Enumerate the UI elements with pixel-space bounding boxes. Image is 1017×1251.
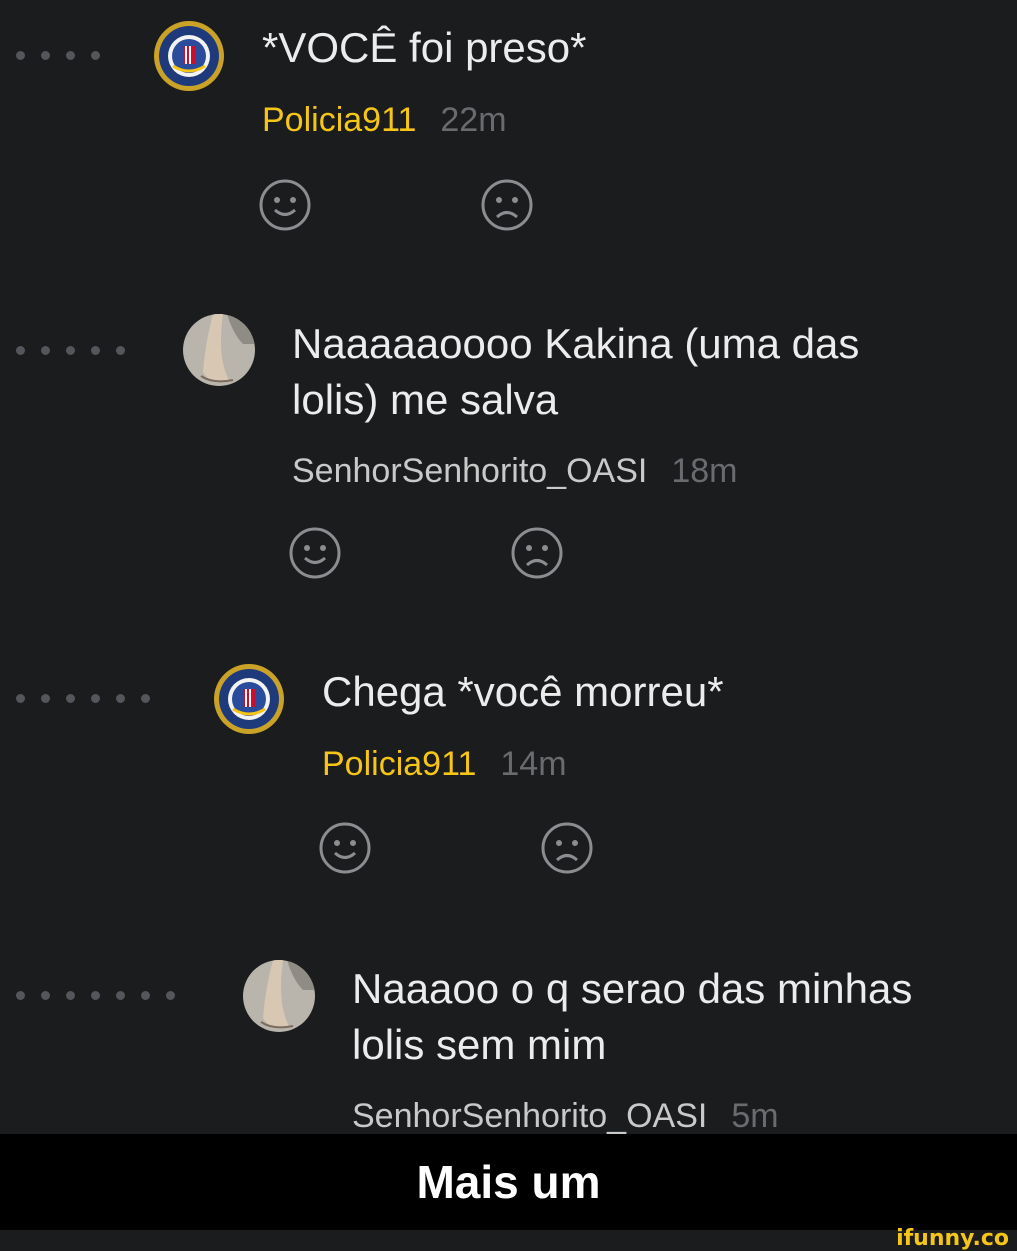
footer-strip	[0, 1230, 1017, 1250]
dot	[16, 991, 25, 1000]
comment-text: Chega *você morreu*	[322, 668, 724, 715]
username[interactable]: SenhorSenhorito_OASI	[292, 452, 647, 490]
frown-icon[interactable]	[479, 177, 535, 233]
comment-meta: Policia911 22m	[262, 100, 507, 140]
dot	[116, 694, 125, 703]
dot	[41, 51, 50, 60]
timestamp: 14m	[500, 745, 567, 783]
fbi-seal-icon	[214, 664, 284, 734]
timestamp: 18m	[671, 452, 738, 490]
comment-text: *VOCÊ foi preso*	[262, 24, 587, 71]
timestamp: 22m	[440, 101, 507, 139]
dot	[91, 694, 100, 703]
dot	[91, 346, 100, 355]
dot	[66, 694, 75, 703]
comment-meta: Policia911 14m	[322, 744, 567, 784]
comment-text: Naaaaaoooo Kakina (uma das lolis) me sal…	[292, 320, 860, 423]
dot	[41, 991, 50, 1000]
timestamp: 5m	[731, 1097, 779, 1135]
avatar[interactable]	[153, 20, 225, 92]
smile-icon[interactable]	[257, 177, 313, 233]
comment-meta: SenhorSenhorito_OASI 5m	[352, 1096, 779, 1136]
thread-depth-dots	[16, 346, 125, 355]
dot	[16, 694, 25, 703]
comment-meta: SenhorSenhorito_OASI 18m	[292, 451, 737, 491]
avatar[interactable]	[243, 960, 315, 1032]
dot	[141, 694, 150, 703]
dot	[116, 346, 125, 355]
dot	[166, 991, 175, 1000]
thread-depth-dots	[16, 991, 175, 1000]
username[interactable]: SenhorSenhorito_OASI	[352, 1097, 707, 1135]
comment-text: Naaaoo o q serao das minhas lolis sem mi…	[352, 965, 913, 1068]
frown-icon[interactable]	[539, 820, 595, 876]
fbi-seal-icon	[154, 21, 224, 91]
frown-icon[interactable]	[509, 525, 565, 581]
dot	[16, 51, 25, 60]
smile-icon[interactable]	[317, 820, 373, 876]
caption-text: Mais um	[416, 1156, 601, 1208]
username[interactable]: Policia911	[262, 101, 416, 139]
avatar[interactable]	[213, 663, 285, 735]
dot	[141, 991, 150, 1000]
dot	[16, 346, 25, 355]
dot	[91, 991, 100, 1000]
thread-depth-dots	[16, 694, 150, 703]
foot-photo-icon	[183, 314, 255, 386]
dot	[41, 346, 50, 355]
foot-photo-icon	[243, 960, 315, 1032]
dot	[41, 694, 50, 703]
avatar[interactable]	[183, 314, 255, 386]
dot	[116, 991, 125, 1000]
dot	[66, 346, 75, 355]
caption-bar: Mais um	[0, 1134, 1017, 1230]
dot	[66, 51, 75, 60]
dot	[66, 991, 75, 1000]
smile-icon[interactable]	[287, 525, 343, 581]
username[interactable]: Policia911	[322, 745, 476, 783]
dot	[91, 51, 100, 60]
thread-depth-dots	[16, 51, 100, 60]
ifunny-watermark: ifunny.co	[896, 1226, 1009, 1251]
